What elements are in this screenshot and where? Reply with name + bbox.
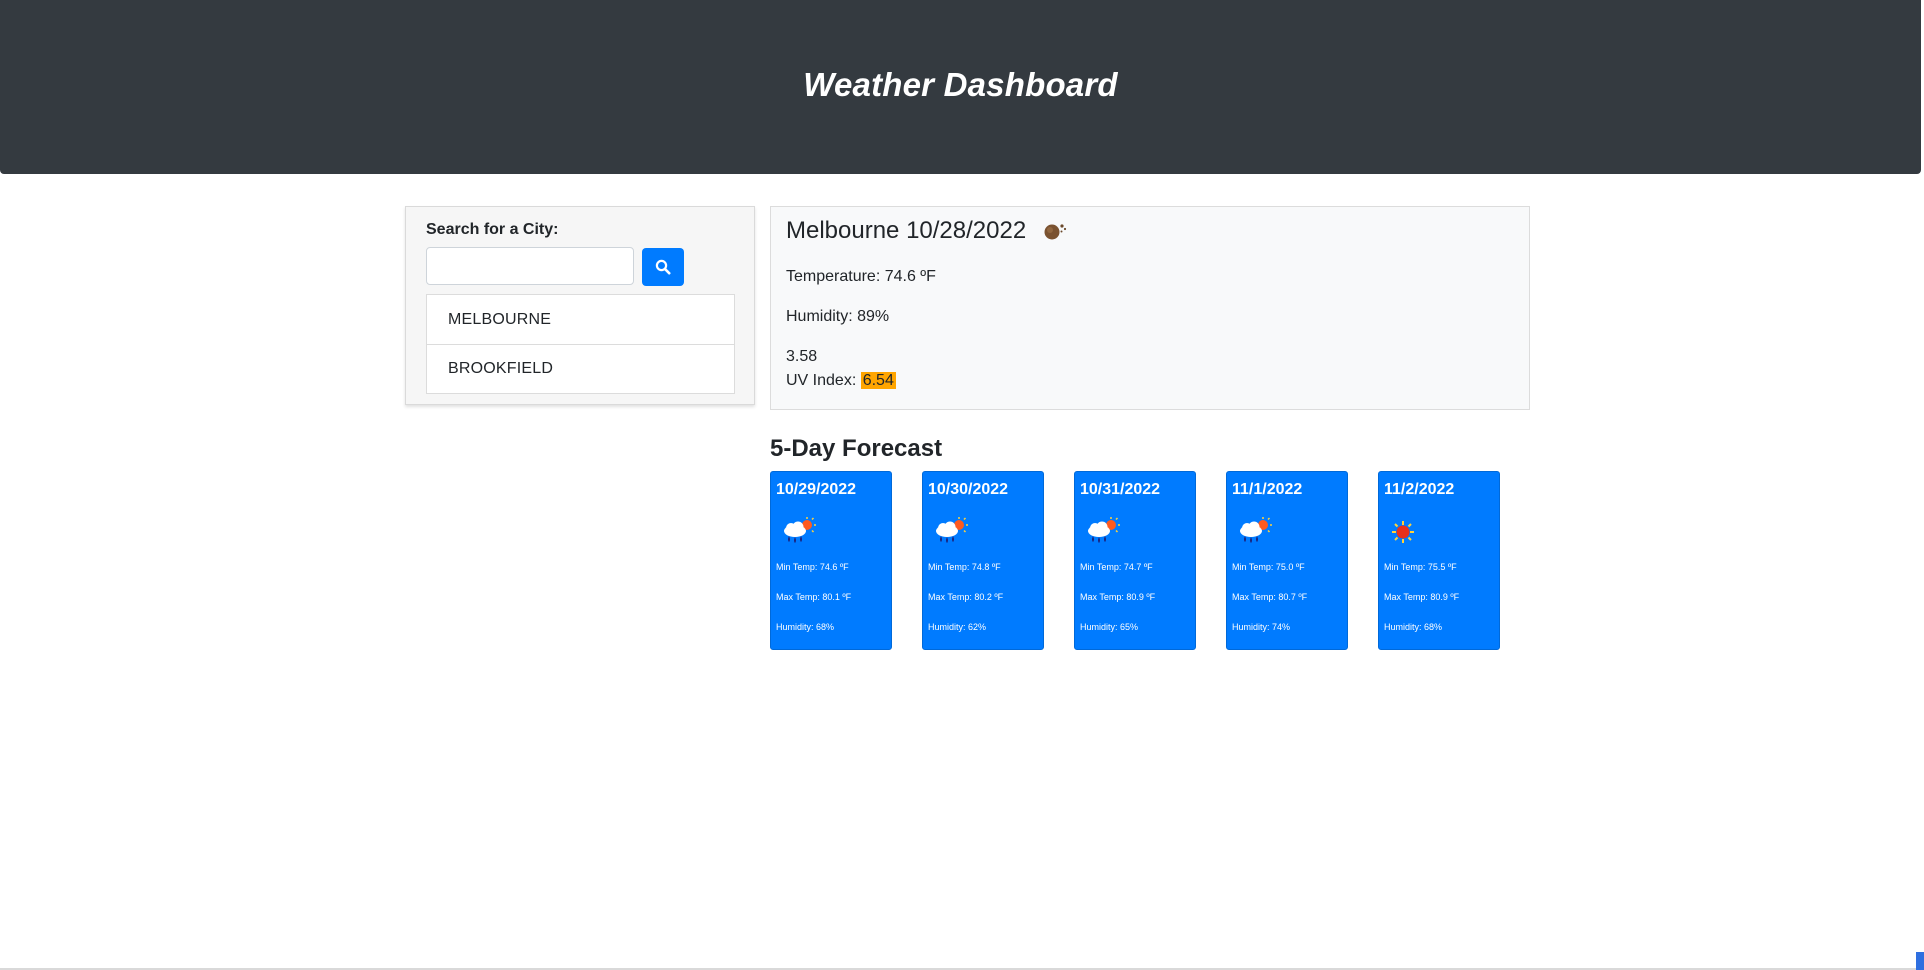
header-bar: Weather Dashboard (0, 0, 1921, 174)
forecast-title: 5-Day Forecast (770, 435, 943, 462)
uv-badge: 6.54 (860, 372, 896, 389)
current-temperature: Temperature: 74.6 ºF (786, 268, 936, 285)
rain-sun-icon (936, 517, 968, 543)
current-humidity: Humidity: 89% (786, 308, 890, 325)
forecast-humidity: Humidity: 74% (1232, 622, 1291, 632)
rain-sun-icon (1088, 517, 1120, 543)
forecast-humidity: Humidity: 68% (776, 622, 835, 632)
history-item-brookfield[interactable]: BROOKFIELD (427, 344, 734, 393)
forecast-min-temp: Min Temp: 75.5 ºF (1384, 562, 1457, 572)
uv-label: UV Index: (786, 372, 861, 389)
forecast-max-temp: Max Temp: 80.7 ºF (1232, 592, 1308, 602)
current-weather-panel: Melbourne 10/28/2022 Temperature: 74.6 º… (770, 206, 1530, 410)
search-history-list: MELBOURNE BROOKFIELD (426, 294, 735, 394)
search-icon (655, 259, 671, 275)
forecast-max-temp: Max Temp: 80.9 ºF (1384, 592, 1460, 602)
forecast-date: 10/31/2022 (1080, 481, 1161, 498)
current-uv-row: UV Index: 6.54 (786, 372, 896, 390)
forecast-card: 11/2/2022 Min Temp: 75.5 ºF Max Temp: 80… (1378, 471, 1500, 650)
search-panel: Search for a City: MELBOURNE BROOKFIELD (405, 206, 755, 405)
rain-sun-icon (784, 517, 816, 543)
current-city-title: Melbourne 10/28/2022 (786, 217, 1027, 244)
forecast-humidity: Humidity: 68% (1384, 622, 1443, 632)
forecast-date: 11/1/2022 (1232, 481, 1303, 498)
rain-sun-icon (1240, 517, 1272, 543)
forecast-card: 10/31/2022 Min Temp: 74.7 ºF Max Temp: 8… (1074, 471, 1196, 650)
forecast-humidity: Humidity: 62% (928, 622, 987, 632)
page-title: Weather Dashboard (803, 66, 1118, 103)
forecast-min-temp: Min Temp: 75.0 ºF (1232, 562, 1305, 572)
history-item-melbourne[interactable]: MELBOURNE (427, 295, 734, 344)
forecast-card: 10/30/2022 Min Temp: 74.8 ºF Max Temp: 8… (922, 471, 1044, 650)
search-label: Search for a City: (426, 221, 559, 238)
forecast-date: 10/30/2022 (928, 481, 1009, 498)
forecast-min-temp: Min Temp: 74.7 ºF (1080, 562, 1153, 572)
forecast-max-temp: Max Temp: 80.1 ºF (776, 592, 852, 602)
forecast-min-temp: Min Temp: 74.8 ºF (928, 562, 1001, 572)
forecast-card: 11/1/2022 Min Temp: 75.0 ºF Max Temp: 80… (1226, 471, 1348, 650)
sun-icon (1392, 521, 1414, 543)
bottom-accent (1916, 952, 1924, 970)
forecast-max-temp: Max Temp: 80.2 ºF (928, 592, 1004, 602)
current-wind: 3.58 (786, 348, 818, 365)
city-search-input[interactable] (426, 247, 634, 285)
page: Weather Dashboard Search for a City: MEL… (0, 0, 1924, 970)
forecast-humidity: Humidity: 65% (1080, 622, 1139, 632)
forecast-date: 10/29/2022 (776, 481, 857, 498)
forecast-card: 10/29/2022 Min Temp: 74.6 ºF Max Temp: 8… (770, 471, 892, 650)
cloud-night-icon (1040, 219, 1070, 243)
current-city-heading: Melbourne 10/28/2022 (786, 217, 1070, 245)
forecast-min-temp: Min Temp: 74.6 ºF (776, 562, 849, 572)
search-button[interactable] (642, 248, 684, 286)
forecast-max-temp: Max Temp: 80.9 ºF (1080, 592, 1156, 602)
forecast-date: 11/2/2022 (1384, 481, 1455, 498)
